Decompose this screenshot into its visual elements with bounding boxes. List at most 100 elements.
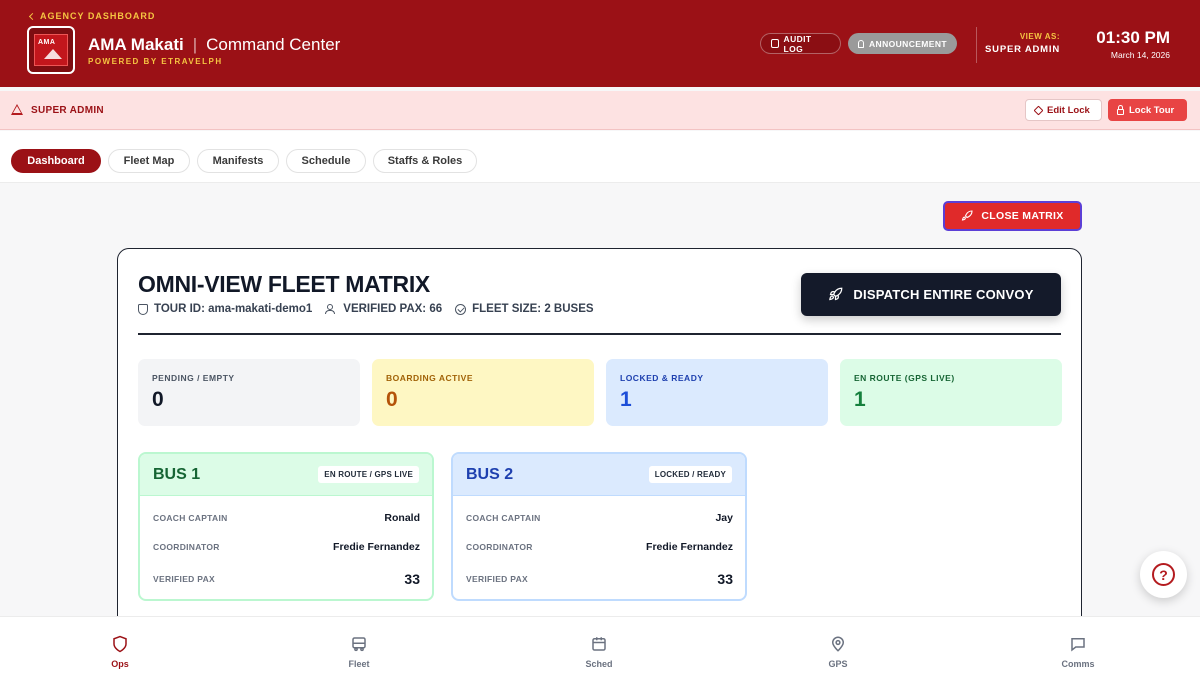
audit-log-button[interactable]: AUDIT LOG xyxy=(760,33,841,54)
tab-manifests[interactable]: Manifests xyxy=(197,149,279,173)
tab-bar: Dashboard Fleet Map Manifests Schedule S… xyxy=(0,131,1200,183)
tour-id: TOUR ID: ama-makati-demo1 xyxy=(154,303,313,315)
edit-lock-label: Edit Lock xyxy=(1047,104,1090,116)
bell-icon xyxy=(858,39,864,48)
stat-value: 1 xyxy=(854,388,866,411)
admin-role-label: SUPER ADMIN xyxy=(31,105,104,116)
info-key: COACH CAPTAIN xyxy=(153,513,228,523)
info-key: COORDINATOR xyxy=(466,542,533,552)
info-value: Fredie Fernandez xyxy=(646,541,733,553)
nav-gps[interactable]: GPS xyxy=(798,635,878,669)
tab-schedule[interactable]: Schedule xyxy=(286,149,366,173)
info-key: VERIFIED PAX xyxy=(153,574,216,584)
dispatch-label: DISPATCH ENTIRE CONVOY xyxy=(853,287,1034,302)
bus-card-2[interactable]: BUS 2 LOCKED / READY COACH CAPTAIN Jay C… xyxy=(451,452,747,601)
view-as-label: VIEW AS: xyxy=(1019,32,1060,41)
info-value: Jay xyxy=(715,512,733,524)
stat-value: 1 xyxy=(620,388,632,411)
verified-pax-total: VERIFIED PAX: 66 xyxy=(343,303,443,315)
info-key: COACH CAPTAIN xyxy=(466,513,541,523)
admin-banner: SUPER ADMIN Edit Lock Lock Tour xyxy=(0,91,1200,130)
clipboard-icon xyxy=(771,39,779,48)
logo-mountain-shape xyxy=(44,49,62,59)
announcement-button[interactable]: ANNOUNCEMENT xyxy=(848,33,957,54)
chevron-left-icon xyxy=(28,12,37,21)
tab-fleet-map[interactable]: Fleet Map xyxy=(108,149,190,173)
close-matrix-label: CLOSE MATRIX xyxy=(981,210,1064,222)
nav-label: Fleet xyxy=(348,659,370,669)
nav-fleet[interactable]: Fleet xyxy=(319,635,399,669)
bus-info-row: VERIFIED PAX 33 xyxy=(466,571,733,587)
nav-comms[interactable]: Comms xyxy=(1038,635,1118,669)
help-button[interactable]: ? xyxy=(1140,551,1187,598)
tab-dashboard[interactable]: Dashboard xyxy=(11,149,101,173)
bus-card-header: BUS 1 EN ROUTE / GPS LIVE xyxy=(140,454,432,496)
stat-label: LOCKED & READY xyxy=(620,373,704,383)
bus-card-header: BUS 2 LOCKED / READY xyxy=(453,454,745,496)
tab-staffs-roles[interactable]: Staffs & Roles xyxy=(373,149,477,173)
check-circle-icon xyxy=(455,303,467,315)
nav-label: Comms xyxy=(1061,659,1095,669)
status-badge: EN ROUTE / GPS LIVE xyxy=(318,466,419,483)
rocket-icon xyxy=(962,210,973,221)
calendar-icon xyxy=(592,637,606,651)
powered-by-label: POWERED BY ETRAVELPH xyxy=(88,57,223,66)
view-as-selector[interactable]: VIEW AS: SUPER ADMIN xyxy=(980,32,1060,55)
info-value: 33 xyxy=(717,571,733,587)
info-value: Fredie Fernandez xyxy=(333,541,420,553)
back-to-agency-dashboard-link[interactable]: AGENCY DASHBOARD xyxy=(28,11,156,21)
close-matrix-button[interactable]: CLOSE MATRIX xyxy=(943,201,1082,231)
dispatch-convoy-button[interactable]: DISPATCH ENTIRE CONVOY xyxy=(801,273,1061,316)
stat-en-route: EN ROUTE (GPS LIVE) 1 xyxy=(840,359,1062,426)
nav-ops[interactable]: Ops xyxy=(80,635,160,669)
app-header: AGENCY DASHBOARD AMA AMA Makati | Comman… xyxy=(0,0,1200,87)
nav-sched[interactable]: Sched xyxy=(559,635,639,669)
pencil-icon xyxy=(1033,105,1044,115)
logo-text: AMA xyxy=(38,39,56,46)
nav-label: GPS xyxy=(828,659,848,669)
stat-boarding-active: BOARDING ACTIVE 0 xyxy=(372,359,594,426)
nav-label: Ops xyxy=(111,659,129,669)
question-circle-icon: ? xyxy=(1152,563,1175,586)
bus-info-row: COORDINATOR Fredie Fernandez xyxy=(466,541,733,553)
bus-name: BUS 1 xyxy=(153,466,201,483)
announcement-label: ANNOUNCEMENT xyxy=(869,38,947,49)
matrix-meta: TOUR ID: ama-makati-demo1 VERIFIED PAX: … xyxy=(138,303,594,315)
lock-tour-button[interactable]: Lock Tour xyxy=(1108,99,1187,121)
warning-icon xyxy=(11,104,23,115)
users-icon xyxy=(325,304,337,314)
back-link-label: AGENCY DASHBOARD xyxy=(40,11,156,21)
info-value: Ronald xyxy=(384,512,420,524)
header-divider xyxy=(976,27,977,63)
current-date: March 14, 2026 xyxy=(1110,50,1170,60)
matrix-title: OMNI-VIEW FLEET MATRIX xyxy=(138,271,430,297)
bus-card-1[interactable]: BUS 1 EN ROUTE / GPS LIVE COACH CAPTAIN … xyxy=(138,452,434,601)
map-pin-icon xyxy=(831,636,845,652)
current-time: 01:30 PM xyxy=(1096,28,1170,47)
stat-pending-empty: PENDING / EMPTY 0 xyxy=(138,359,360,426)
info-key: VERIFIED PAX xyxy=(466,574,529,584)
stat-label: PENDING / EMPTY xyxy=(152,373,235,383)
info-value: 33 xyxy=(404,571,420,587)
info-key: COORDINATOR xyxy=(153,542,220,552)
bus-name: BUS 2 xyxy=(466,466,514,483)
shield-icon xyxy=(113,635,127,653)
stat-label: BOARDING ACTIVE xyxy=(386,373,473,383)
divider xyxy=(138,333,1061,335)
brand-name: AMA Makati xyxy=(88,35,184,54)
rocket-icon xyxy=(829,287,843,301)
app-title: AMA Makati | Command Center xyxy=(88,35,340,55)
status-badge: LOCKED / READY xyxy=(648,466,732,483)
bottom-nav: Ops Fleet Sched GPS Comms xyxy=(0,616,1200,679)
view-as-role: SUPER ADMIN xyxy=(985,44,1060,55)
stat-value: 0 xyxy=(386,388,398,411)
audit-log-label: AUDIT LOG xyxy=(783,33,812,54)
bus-info-row: COACH CAPTAIN Ronald xyxy=(153,512,420,524)
agency-logo: AMA xyxy=(27,26,75,74)
app-subtitle: Command Center xyxy=(206,35,341,54)
stat-locked-ready: LOCKED & READY 1 xyxy=(606,359,828,426)
shield-icon xyxy=(138,303,148,315)
chat-icon xyxy=(1071,638,1085,652)
edit-lock-button[interactable]: Edit Lock xyxy=(1025,99,1102,121)
bus-info-row: VERIFIED PAX 33 xyxy=(153,571,420,587)
